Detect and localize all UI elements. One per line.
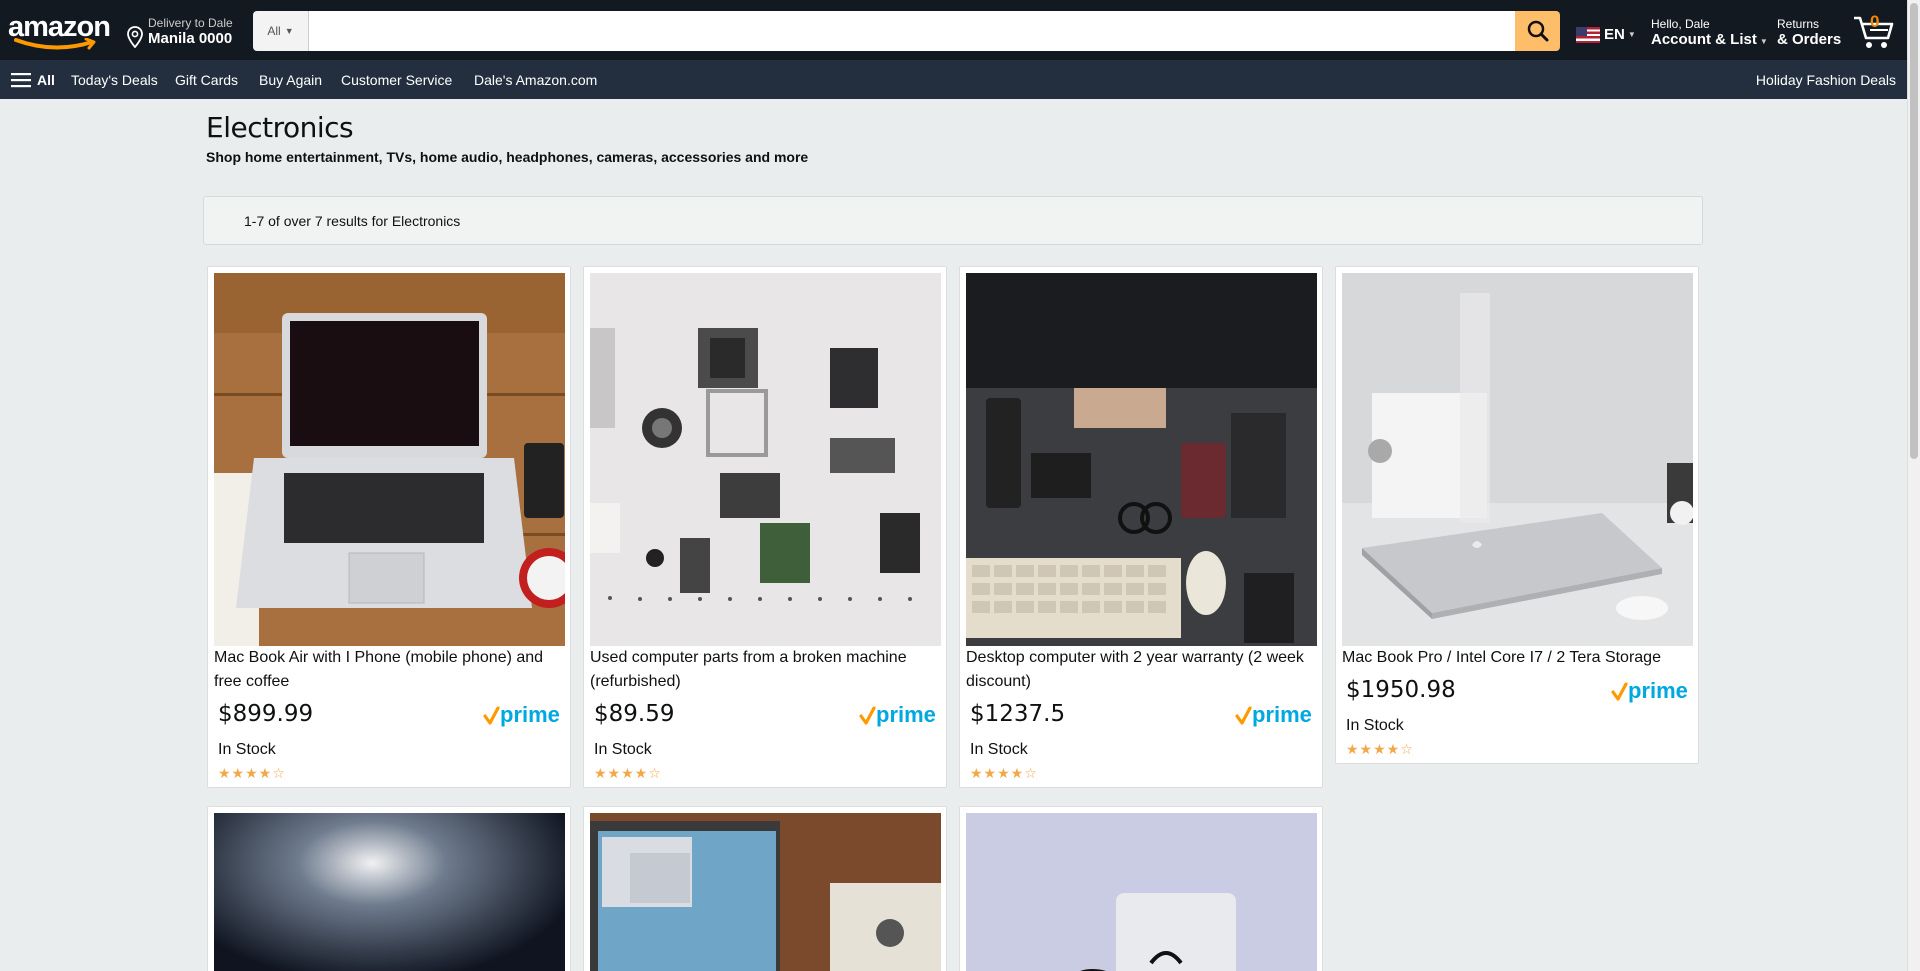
delivery-city: Manila 0000 [148,30,233,47]
nav-gift-cards[interactable]: Gift Cards [175,72,238,88]
stock-status: In Stock [218,741,276,758]
product-card[interactable]: Desktop computer with 2 year warranty (2… [959,266,1323,788]
product-image[interactable] [214,813,565,971]
product-card[interactable] [207,806,571,971]
prime-text: prime [1628,679,1688,703]
stock-status: In Stock [970,741,1028,758]
product-card[interactable]: Mac Book Air with I Phone (mobile phone)… [207,266,571,788]
language-label: EN [1604,26,1625,43]
logo-text: amazon [8,11,111,43]
location-pin-icon [127,26,143,48]
product-image[interactable] [966,813,1317,971]
stock-status: In Stock [1346,717,1404,734]
all-menu-button[interactable]: All [11,72,55,88]
product-price: $1950.98 [1346,677,1456,703]
prime-text: prime [500,703,560,727]
search-category-dropdown[interactable]: All ▼ [253,11,309,51]
nav-buy-again[interactable]: Buy Again [259,72,322,88]
all-menu-label: All [37,72,55,88]
product-card[interactable] [583,806,947,971]
account-greeting: Hello, Dale [1651,17,1710,31]
sub-navigation: All Today's Deals Gift Cards Buy Again C… [0,60,1907,99]
product-price: $899.99 [218,701,314,727]
product-image[interactable] [966,273,1317,646]
computer-parts-photo [590,273,941,646]
product-card[interactable]: Used computer parts from a broken machin… [583,266,947,788]
prime-badge-icon: prime [1235,703,1312,727]
cart-count: 0 [1870,12,1880,31]
search-button[interactable] [1515,11,1560,51]
search-icon [1527,20,1548,42]
laptop-desk-photo [590,813,941,971]
nav-todays-deals[interactable]: Today's Deals [71,72,158,88]
us-flag-icon [1576,26,1600,43]
product-title[interactable]: Desktop computer with 2 year warranty (2… [966,646,1320,694]
delivery-location[interactable]: Delivery to Dale Manila 0000 [126,16,233,48]
account-menu[interactable]: Hello, Dale Account & List ▼ [1651,17,1768,51]
rating-stars: ★★★★☆ [970,765,1038,781]
product-title[interactable]: Mac Book Air with I Phone (mobile phone)… [214,646,568,694]
results-summary: 1-7 of over 7 results for Electronics [203,196,1703,245]
stock-status: In Stock [594,741,652,758]
search-category-label: All [267,24,281,38]
chevron-down-icon: ▼ [284,26,294,36]
chevron-down-icon: ▼ [1627,30,1636,39]
macbook-pro-photo [1342,273,1693,646]
orders-label: & Orders [1777,31,1842,48]
prime-text: prime [876,703,936,727]
product-image[interactable] [590,813,941,971]
page-title: Electronics [206,111,354,144]
delivery-label: Delivery to Dale [148,16,233,30]
product-card[interactable]: Mac Book Pro / Intel Core I7 / 2 Tera St… [1335,266,1699,764]
product-image[interactable] [1342,273,1693,646]
page-subtitle: Shop home entertainment, TVs, home audio… [206,149,809,165]
prime-text: prime [1252,703,1312,727]
account-label: Account & List [1651,31,1757,48]
search-bar: All ▼ [253,11,1560,51]
top-header: amazon Delivery to Dale Manila 0000 All … [0,0,1907,60]
amazon-logo[interactable]: amazon [8,11,111,52]
cart-button[interactable]: 0 [1852,10,1896,52]
rating-stars: ★★★★☆ [594,765,662,781]
prime-badge-icon: prime [483,703,560,727]
smile-icon [14,38,96,50]
hamburger-menu-icon [11,73,31,88]
laptop-photo [214,273,565,646]
product-image[interactable] [214,273,565,646]
product-image[interactable] [590,273,941,646]
product-title[interactable]: Mac Book Pro / Intel Core I7 / 2 Tera St… [1342,646,1696,670]
product-price: $89.59 [594,701,675,727]
product-title[interactable]: Used computer parts from a broken machin… [590,646,944,694]
blurred-device-photo [214,813,565,971]
results-count: 1-7 of over 7 results for Electronics [244,212,461,229]
page-scrollbar[interactable] [1907,0,1920,971]
language-selector[interactable]: EN ▼ [1576,26,1636,43]
product-price: $1237.5 [970,701,1066,727]
search-input[interactable] [309,11,1515,51]
scrollbar-thumb[interactable] [1910,3,1918,459]
nav-dales-amazon[interactable]: Dale's Amazon.com [474,72,597,88]
desktop-photo [966,273,1317,646]
nav-holiday-fashion-deals[interactable]: Holiday Fashion Deals [1756,72,1896,88]
returns-label: Returns [1777,17,1820,31]
product-card[interactable] [959,806,1323,971]
prime-badge-icon: prime [1611,679,1688,703]
rating-stars: ★★★★☆ [218,765,286,781]
nav-customer-service[interactable]: Customer Service [341,72,452,88]
white-laptop-photo [966,813,1317,971]
returns-orders[interactable]: Returns & Orders [1777,17,1841,49]
chevron-down-icon: ▼ [1759,37,1768,46]
prime-badge-icon: prime [859,703,936,727]
rating-stars: ★★★★☆ [1346,741,1414,757]
